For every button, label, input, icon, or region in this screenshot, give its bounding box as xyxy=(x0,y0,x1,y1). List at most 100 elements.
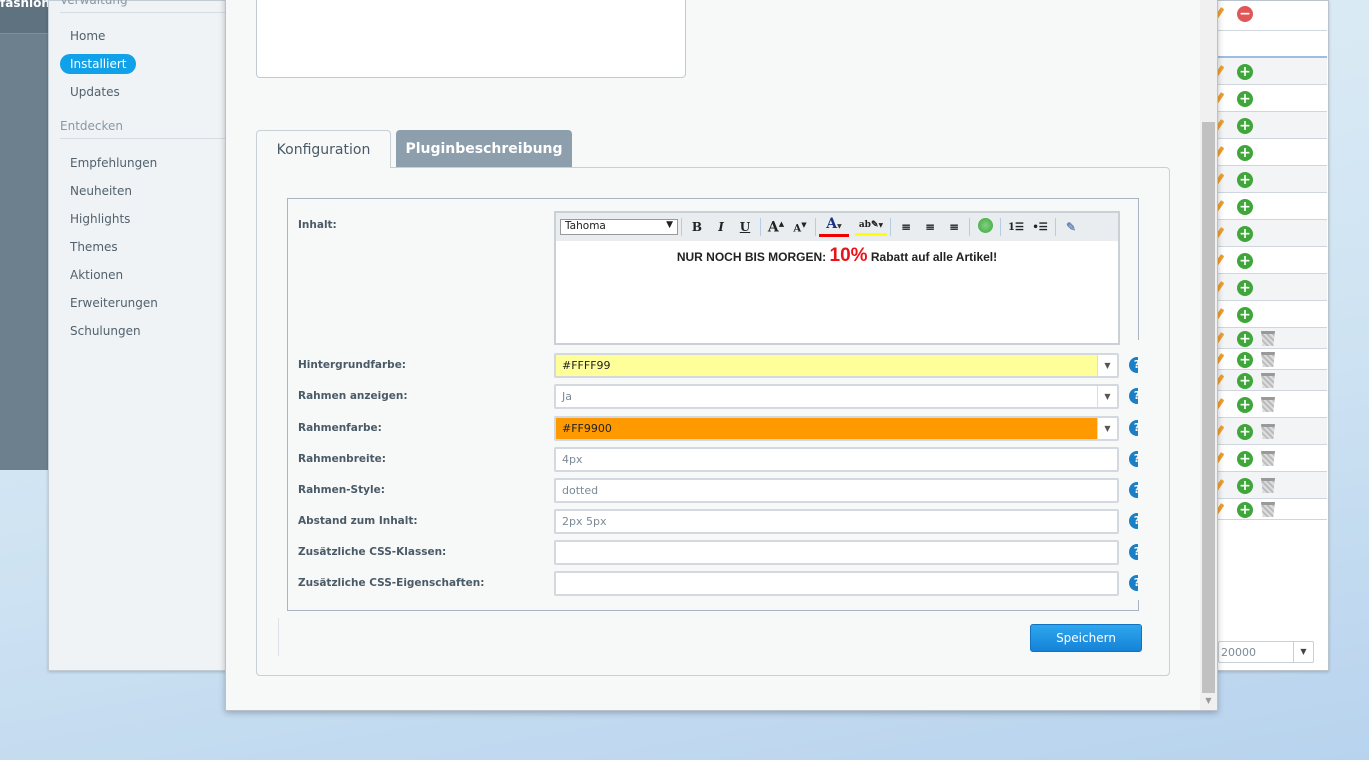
install-plus-icon[interactable]: + xyxy=(1237,118,1253,134)
sidebar-item-home[interactable]: Home xyxy=(60,26,115,46)
bold-icon[interactable]: B xyxy=(685,220,709,234)
sidebar-item-empfehlungen[interactable]: Empfehlungen xyxy=(60,153,167,173)
field-value: #FFFF99 xyxy=(562,359,611,372)
font-size-decrease-icon[interactable]: A▼ xyxy=(788,220,812,234)
tab-pluginbeschreibung[interactable]: Pluginbeschreibung xyxy=(396,130,572,168)
chevron-down-icon[interactable]: ▼ xyxy=(1097,418,1117,439)
field-value: Ja xyxy=(562,390,572,403)
sidebar-item-highlights[interactable]: Highlights xyxy=(60,209,140,229)
install-plus-icon[interactable]: + xyxy=(1237,172,1253,188)
sidebar-item-erweiterungen[interactable]: Erweiterungen xyxy=(60,293,168,313)
trash-icon[interactable] xyxy=(1261,331,1275,346)
section-entdecken: Entdecken xyxy=(60,119,230,139)
ordered-list-icon[interactable]: 1☰ xyxy=(1004,222,1028,233)
content-highlight: 10% xyxy=(829,245,868,266)
trash-icon[interactable] xyxy=(1261,478,1275,493)
scrollbar-thumb[interactable] xyxy=(1202,122,1215,693)
align-center-icon[interactable]: ≡ xyxy=(918,220,942,234)
source-edit-icon[interactable]: ✎ xyxy=(1059,220,1083,234)
plugin-manager-sidebar: Verwaltung Home Installiert Updates Entd… xyxy=(48,0,230,671)
install-plus-icon[interactable]: + xyxy=(1237,145,1253,161)
align-left-icon[interactable]: ≡ xyxy=(894,220,918,234)
install-plus-icon[interactable]: + xyxy=(1237,373,1253,389)
text-input[interactable]: 4px xyxy=(554,447,1119,472)
trash-icon[interactable] xyxy=(1261,373,1275,388)
content-text: NUR NOCH BIS MORGEN: xyxy=(676,250,830,264)
select-input[interactable]: Ja ▼ xyxy=(554,384,1119,409)
field-label: Zusätzliche CSS-Eigenschaften: xyxy=(298,577,485,589)
align-right-icon[interactable]: ≡ xyxy=(942,220,966,234)
text-input[interactable]: 2px 5px xyxy=(554,509,1119,534)
install-plus-icon[interactable]: + xyxy=(1237,424,1253,440)
install-plus-icon[interactable]: + xyxy=(1237,280,1253,296)
install-plus-icon[interactable]: + xyxy=(1237,253,1253,269)
plugin-description-box xyxy=(256,0,686,78)
install-plus-icon[interactable]: + xyxy=(1237,331,1253,347)
sidebar-item-updates[interactable]: Updates xyxy=(60,82,130,102)
text-input[interactable] xyxy=(554,571,1119,596)
chevron-down-icon[interactable]: ▼ xyxy=(1097,386,1117,407)
editor-toolbar: Tahoma ▼ B I U A▲ A▼ A▼ ab✎▼ ≡ ≡ ≡ 1☰ •☰ … xyxy=(556,213,1118,241)
text-input[interactable] xyxy=(554,540,1119,565)
trash-icon[interactable] xyxy=(1261,424,1275,439)
label-inhalt: Inhalt: xyxy=(298,219,337,231)
field-value: 2px 5px xyxy=(562,515,607,528)
trash-icon[interactable] xyxy=(1261,352,1275,367)
field-label: Hintergrundfarbe: xyxy=(298,359,407,371)
select-input[interactable]: #FF9900 ▼ xyxy=(554,416,1119,441)
italic-icon[interactable]: I xyxy=(709,220,733,234)
insert-link-icon[interactable] xyxy=(973,218,997,236)
chevron-down-icon: ▼ xyxy=(666,220,673,230)
text-input[interactable]: dotted xyxy=(554,478,1119,503)
chevron-down-icon[interactable]: ▼ xyxy=(1097,355,1117,376)
font-size-increase-icon[interactable]: A▲ xyxy=(764,219,788,236)
sidebar-item-neuheiten[interactable]: Neuheiten xyxy=(60,181,142,201)
install-plus-icon[interactable]: + xyxy=(1237,397,1253,413)
editor-content[interactable]: NUR NOCH BIS MORGEN: 10% Rabatt auf alle… xyxy=(556,241,1118,267)
scroll-down-arrow-icon[interactable]: ▼ xyxy=(1200,693,1217,709)
font-select[interactable]: Tahoma ▼ xyxy=(560,219,678,235)
sidebar-item-aktionen[interactable]: Aktionen xyxy=(60,265,133,285)
content-text: Rabatt auf alle Artikel! xyxy=(867,250,998,264)
divider xyxy=(1000,218,1001,236)
field-label: Rahmenfarbe: xyxy=(298,422,382,434)
install-plus-icon[interactable]: + xyxy=(1237,199,1253,215)
underline-icon[interactable]: U xyxy=(733,220,757,234)
unordered-list-icon[interactable]: •☰ xyxy=(1028,222,1052,233)
divider xyxy=(760,218,761,236)
install-plus-icon[interactable]: + xyxy=(1237,502,1253,518)
chevron-down-icon[interactable]: ▼ xyxy=(1293,642,1313,662)
install-plus-icon[interactable]: + xyxy=(1237,478,1253,494)
field-label: Zusätzliche CSS-Klassen: xyxy=(298,546,447,558)
install-plus-icon[interactable]: + xyxy=(1237,64,1253,80)
field-value: #FF9900 xyxy=(562,422,612,435)
font-name: Tahoma xyxy=(565,220,606,232)
text-color-icon[interactable]: A▼ xyxy=(819,217,849,237)
install-plus-icon[interactable]: + xyxy=(1237,451,1253,467)
trash-icon[interactable] xyxy=(1261,451,1275,466)
divider xyxy=(890,218,891,236)
sidebar-item-schulungen[interactable]: Schulungen xyxy=(60,321,151,341)
rich-text-editor[interactable]: Tahoma ▼ B I U A▲ A▼ A▼ ab✎▼ ≡ ≡ ≡ 1☰ •☰ … xyxy=(554,211,1120,345)
install-plus-icon[interactable]: + xyxy=(1237,352,1253,368)
divider xyxy=(969,218,970,236)
select-input[interactable]: #FFFF99 ▼ xyxy=(554,353,1119,378)
field-value: 4px xyxy=(562,453,583,466)
sidebar-item-installiert[interactable]: Installiert xyxy=(60,54,137,74)
trash-icon[interactable] xyxy=(1261,397,1275,412)
tab-konfiguration[interactable]: Konfiguration xyxy=(256,130,391,168)
field-label: Rahmen-Style: xyxy=(298,484,385,496)
install-plus-icon[interactable]: + xyxy=(1237,226,1253,242)
trash-icon[interactable] xyxy=(1261,502,1275,517)
field-label: Abstand zum Inhalt: xyxy=(298,515,418,527)
highlight-color-icon[interactable]: ab✎▼ xyxy=(855,218,887,236)
install-plus-icon[interactable]: + xyxy=(1237,91,1253,107)
save-button[interactable]: Speichern xyxy=(1030,624,1142,652)
divider xyxy=(681,218,682,236)
section-verwaltung: Verwaltung xyxy=(60,0,230,13)
page-size-select[interactable]: 20000 ▼ xyxy=(1218,641,1314,663)
install-plus-icon[interactable]: + xyxy=(1237,307,1253,323)
sidebar-item-themes[interactable]: Themes xyxy=(60,237,128,257)
field-label: Rahmenbreite: xyxy=(298,453,386,465)
uninstall-minus-icon[interactable]: − xyxy=(1237,6,1253,22)
